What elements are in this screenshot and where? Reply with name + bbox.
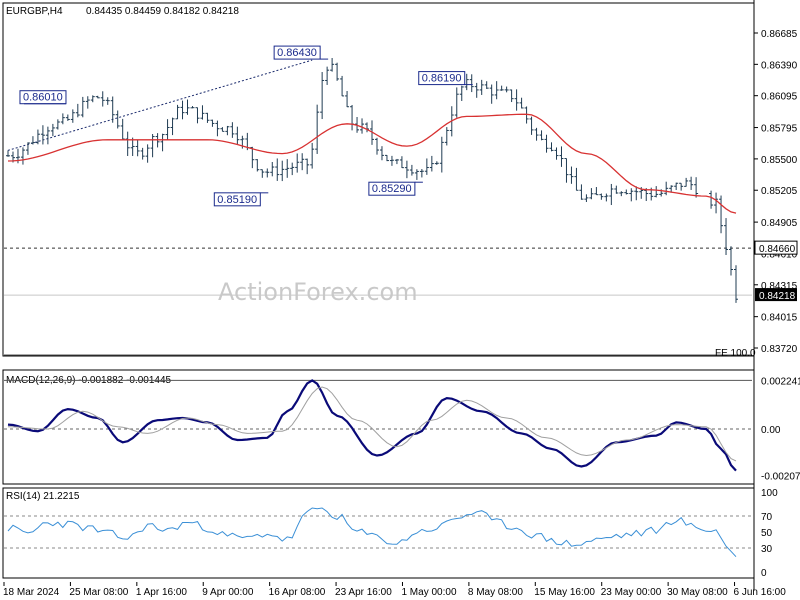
- x-tick-label: 8 May 08:00: [468, 587, 523, 598]
- y-tick-label: 0.84905: [761, 218, 798, 229]
- x-tick-label: 1 May 00:00: [401, 587, 456, 598]
- panel-frame: [2, 369, 755, 485]
- price-annotation-label: 0.85290: [372, 183, 412, 195]
- rsi-y-tick-label: 70: [761, 512, 773, 523]
- x-tick-label: 15 May 16:00: [534, 587, 595, 598]
- x-tick-label: 6 Jun 16:00: [734, 587, 787, 598]
- rsi-line: [7, 507, 737, 558]
- rsi-plot: [4, 507, 752, 558]
- rsi-panel: RSI(14) 21.2215: [4, 491, 752, 558]
- chart-window: EURGBP,H4 0.84435 0.84459 0.84182 0.8421…: [0, 0, 800, 600]
- macd-plot: [4, 379, 752, 472]
- price-header-ohlc: 0.84435 0.84459 0.84182 0.84218: [86, 6, 239, 17]
- price-panel: EURGBP,H4 0.84435 0.84459 0.84182 0.8421…: [4, 6, 756, 359]
- rsi-y-tick-label: 100: [761, 488, 778, 499]
- macd-y-tick-label: -0.002078: [761, 471, 800, 482]
- rsi-y-tick-label: 50: [761, 528, 773, 539]
- macd-y-tick-label: 0.002241: [761, 376, 800, 387]
- x-tick-label: 18 Mar 2024: [3, 587, 60, 598]
- level-price-label: 0.84660: [759, 244, 796, 255]
- x-tick-label: 9 Apr 00:00: [202, 587, 254, 598]
- y-tick-label: 0.85205: [761, 186, 798, 197]
- price-annotation-label: 0.86190: [422, 73, 462, 85]
- chart-svg: EURGBP,H4 0.84435 0.84459 0.84182 0.8421…: [2, 0, 800, 598]
- y-tick-label: 0.83720: [761, 344, 798, 355]
- rsi-y-tick-label: 30: [761, 544, 773, 555]
- watermark: ActionForex.com: [218, 278, 418, 306]
- macd-signal-line: [7, 386, 737, 462]
- rsi-y-tick-label: 0: [761, 568, 767, 579]
- y-tick-label: 0.85795: [761, 124, 798, 135]
- fe-label: FE 100.0: [715, 348, 756, 359]
- trendline: [7, 59, 313, 151]
- y-tick-label: 0.86095: [761, 92, 798, 103]
- x-tick-label: 30 May 08:00: [667, 587, 728, 598]
- macd-y-tick-label: 0.00: [761, 425, 781, 436]
- macd-line: [7, 379, 737, 472]
- x-tick-label: 1 Apr 16:00: [136, 587, 188, 598]
- y-tick-label: 0.84015: [761, 313, 798, 324]
- panel-frame: [2, 487, 755, 579]
- x-tick-label: 23 May 00:00: [601, 587, 662, 598]
- macd-panel: MACD(12,26,9) -0.001882 -0.001445: [4, 375, 752, 472]
- x-tick-label: 16 Apr 08:00: [269, 587, 326, 598]
- rsi-header: RSI(14) 21.2215: [6, 491, 80, 502]
- y-axis-labels: 0.86685 0.86390 0.86095 0.85795 0.85500 0.852…: [754, 29, 800, 579]
- y-tick-label: 0.86390: [761, 60, 798, 71]
- price-plot: 0.86010 0.85190 0.86430 0.85290 0.86190: [4, 45, 752, 356]
- price-annotation-label: 0.85190: [217, 194, 257, 206]
- y-tick-label: 0.85500: [761, 155, 798, 166]
- x-tick-label: 25 Mar 08:00: [69, 587, 128, 598]
- x-axis-labels: 18 Mar 2024 25 Mar 08:00 1 Apr 16:00 9 Apr …: [3, 582, 786, 598]
- current-price-label: 0.84218: [759, 291, 796, 302]
- price-header-symbol: EURGBP,H4: [6, 6, 63, 17]
- price-annotation-label: 0.86010: [23, 92, 63, 104]
- price-annotation-label: 0.86430: [277, 47, 317, 59]
- x-tick-label: 23 Apr 16:00: [335, 587, 392, 598]
- y-tick-label: 0.86685: [761, 29, 798, 40]
